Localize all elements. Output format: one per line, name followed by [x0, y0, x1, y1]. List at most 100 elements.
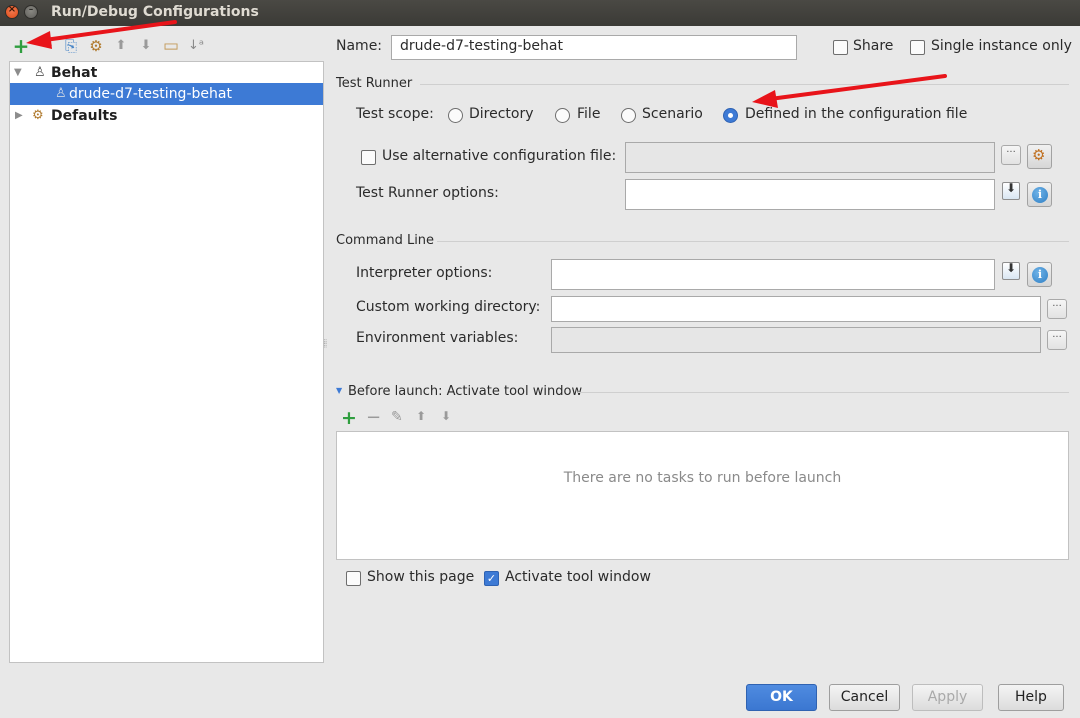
add-task-button[interactable]: +	[341, 407, 357, 429]
help-button[interactable]: Help	[998, 684, 1064, 711]
close-icon: ×	[7, 4, 17, 15]
share-checkbox[interactable]	[833, 40, 848, 55]
command-line-separator	[437, 241, 1069, 242]
command-line-section-title: Command Line	[336, 233, 435, 248]
arrow-up-icon: ⬆	[115, 38, 127, 53]
test-runner-options-label: Test Runner options:	[356, 185, 499, 201]
test-runner-options-info-button[interactable]: i	[1027, 182, 1052, 207]
annotation-arrow-scope	[752, 74, 947, 108]
alt-config-input[interactable]	[625, 142, 995, 173]
expand-arrow-icon[interactable]: ▼	[14, 62, 22, 84]
share-label: Share	[853, 38, 894, 54]
env-vars-label: Environment variables:	[356, 330, 519, 346]
minimize-icon: –	[28, 5, 34, 15]
before-launch-task-list[interactable]: There are no tasks to run before launch	[336, 431, 1069, 560]
wrench-icon: ⚙	[32, 108, 44, 123]
test-runner-section-title: Test Runner	[336, 76, 413, 91]
check-icon: ✓	[486, 572, 497, 585]
empty-tasks-text: There are no tasks to run before launch	[563, 470, 842, 486]
behat-config-icon: ♙	[55, 86, 67, 101]
alt-config-browse-button[interactable]: ···	[1001, 145, 1021, 165]
activate-tool-window-label: Activate tool window	[505, 569, 651, 585]
remove-configuration-button[interactable]: −	[37, 37, 55, 55]
scope-scenario-radio[interactable]	[621, 108, 636, 123]
scope-directory-label: Directory	[469, 106, 534, 122]
ellipsis-icon: ···	[1052, 332, 1062, 343]
arrow-down-icon: ⬇	[140, 38, 152, 53]
working-directory-input[interactable]	[551, 296, 1041, 322]
tree-item-drude-d7-testing-behat[interactable]: ♙ drude-d7-testing-behat	[10, 83, 323, 105]
scope-file-radio[interactable]	[555, 108, 570, 123]
collapse-arrow-icon[interactable]: ▶	[15, 105, 23, 127]
env-vars-input[interactable]	[551, 327, 1041, 353]
arrow-up-icon: ⬆	[416, 409, 427, 423]
remove-icon: −	[366, 407, 382, 428]
alt-config-label: Use alternative configuration file:	[382, 148, 617, 164]
tree-item-defaults[interactable]: ▶ ⚙ Defaults	[10, 105, 323, 127]
alt-config-checkbox[interactable]	[361, 150, 376, 165]
interpreter-options-label: Interpreter options:	[356, 265, 493, 281]
edit-task-button[interactable]: ✎	[391, 409, 403, 425]
edit-defaults-button[interactable]: ⚙	[87, 37, 105, 55]
show-this-page-checkbox[interactable]	[346, 571, 361, 586]
before-launch-collapse-icon[interactable]: ▼	[336, 386, 342, 395]
cancel-button[interactable]: Cancel	[829, 684, 900, 711]
working-directory-browse-button[interactable]: ···	[1047, 299, 1067, 319]
before-launch-title[interactable]: Before launch: Activate tool window	[348, 384, 582, 399]
apply-button[interactable]: Apply	[912, 684, 983, 711]
move-task-down-button[interactable]: ⬇	[441, 409, 451, 423]
pencil-icon: ✎	[391, 409, 403, 425]
expand-field-icon: ⬇	[1006, 181, 1017, 195]
remove-icon: −	[38, 35, 54, 56]
ellipsis-icon: ···	[1006, 147, 1016, 158]
env-vars-browse-button[interactable]: ···	[1047, 330, 1067, 350]
window-close-button[interactable]: ×	[5, 4, 19, 19]
folder-icon: ▭	[162, 36, 180, 56]
single-instance-checkbox[interactable]	[910, 40, 925, 55]
configuration-tree[interactable]: ▼ ♙ Behat ♙ drude-d7-testing-behat ▶ ⚙ D…	[9, 61, 324, 663]
sort-alpha-icon: ↓ᵃ	[188, 38, 204, 53]
expand-test-runner-options-button[interactable]: ⬇	[1002, 181, 1020, 200]
window-title: Run/Debug Configurations	[51, 4, 259, 20]
add-icon: +	[341, 407, 357, 429]
move-up-button[interactable]: ⬆	[112, 37, 130, 55]
interpreter-options-info-button[interactable]: i	[1027, 262, 1052, 287]
name-label: Name:	[336, 38, 383, 54]
tree-item-label: Defaults	[51, 108, 118, 124]
splitter-handle[interactable]: ⠿ ⠿	[323, 340, 328, 357]
name-input-value: drude-d7-testing-behat	[400, 38, 563, 54]
edit-config-button[interactable]: ⚙	[1027, 144, 1052, 169]
ellipsis-icon: ···	[1052, 301, 1062, 312]
info-icon: i	[1032, 187, 1048, 203]
ok-button[interactable]: OK	[746, 684, 817, 711]
test-runner-separator	[420, 84, 1069, 85]
config-wrench-icon: ⚙	[1032, 146, 1046, 164]
activate-tool-window-checkbox[interactable]: ✓	[484, 571, 499, 586]
name-input[interactable]: drude-d7-testing-behat	[391, 35, 797, 60]
window-minimize-button[interactable]: –	[24, 5, 38, 19]
before-launch-separator	[578, 392, 1069, 393]
remove-task-button[interactable]: −	[366, 407, 381, 428]
add-icon: +	[12, 34, 30, 58]
scope-directory-radio[interactable]	[448, 108, 463, 123]
expand-interpreter-options-button[interactable]: ⬇	[1002, 261, 1020, 280]
move-to-folder-button[interactable]: ▭	[162, 37, 180, 55]
scope-config-file-radio[interactable]	[723, 108, 738, 123]
add-configuration-button[interactable]: +	[12, 34, 30, 58]
single-instance-label: Single instance only	[931, 38, 1072, 54]
move-task-up-button[interactable]: ⬆	[416, 409, 426, 423]
test-runner-options-input[interactable]	[625, 179, 995, 210]
behat-icon: ♙	[34, 65, 46, 80]
tree-item-behat[interactable]: ▼ ♙ Behat	[10, 62, 323, 84]
move-down-button[interactable]: ⬇	[137, 37, 155, 55]
arrow-down-icon: ⬇	[441, 409, 452, 423]
tree-item-label: Behat	[51, 65, 98, 81]
sort-button[interactable]: ↓ᵃ	[187, 37, 205, 55]
title-bar: × – Run/Debug Configurations	[0, 0, 1080, 26]
scope-config-file-label: Defined in the configuration file	[745, 106, 968, 122]
expand-field-icon: ⬇	[1006, 261, 1017, 275]
tree-item-label: drude-d7-testing-behat	[69, 86, 232, 102]
interpreter-options-input[interactable]	[551, 259, 995, 290]
copy-configuration-button[interactable]: ⎘	[62, 37, 80, 55]
scope-file-label: File	[577, 106, 601, 122]
